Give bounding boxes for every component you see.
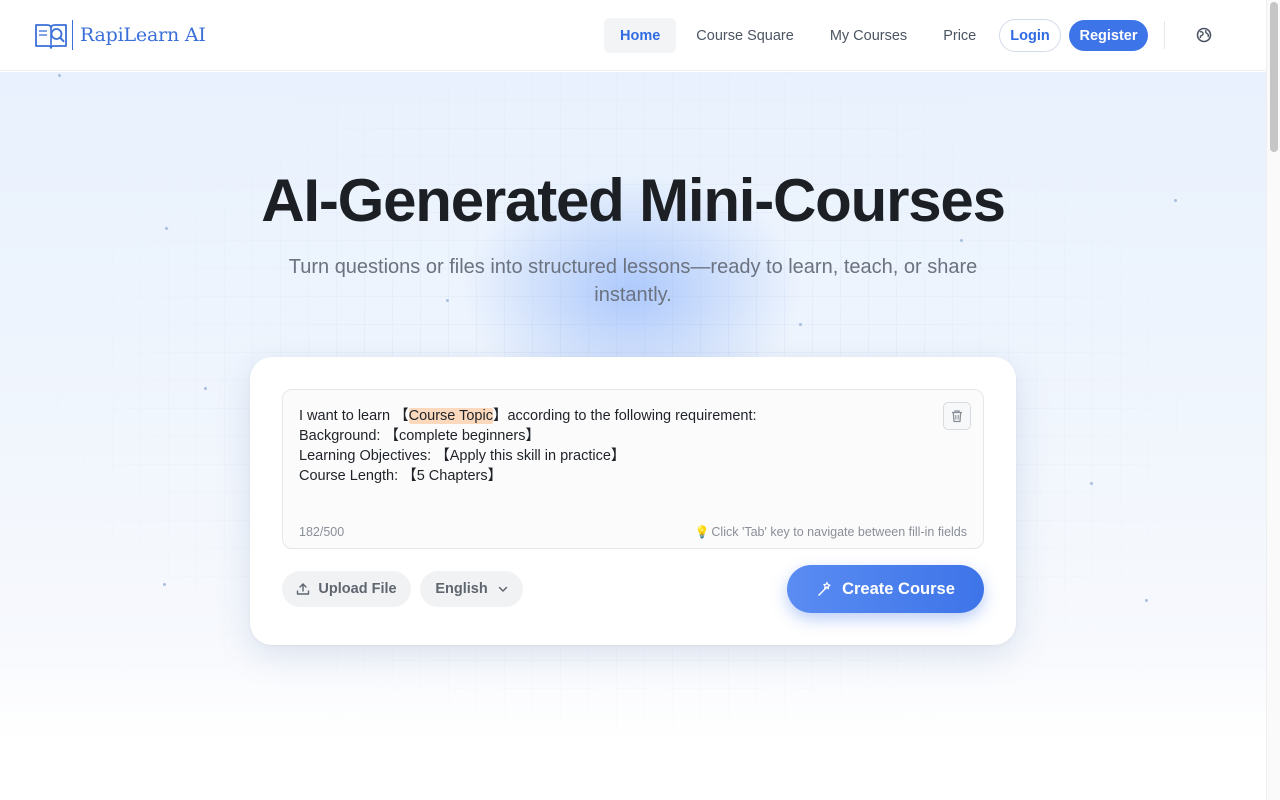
nav-price[interactable]: Price bbox=[927, 18, 992, 53]
language-select[interactable]: English bbox=[420, 571, 523, 607]
tab-hint: 💡 Click 'Tab' key to navigate between fi… bbox=[694, 525, 967, 539]
main-nav: Home Course Square My Courses Price bbox=[604, 18, 996, 53]
magic-wand-icon bbox=[818, 581, 831, 596]
logo[interactable]: RapiLearn AI bbox=[34, 19, 206, 51]
top-navbar: RapiLearn AI Home Course Square My Cours… bbox=[0, 0, 1266, 71]
prompt-textarea[interactable]: I want to learn 【Course Topic】according … bbox=[282, 389, 984, 549]
prompt-text-segment: I want to learn bbox=[299, 408, 395, 424]
header-divider bbox=[1164, 21, 1165, 49]
chevron-down-icon bbox=[498, 586, 507, 592]
fill-field-background[interactable]: complete beginners bbox=[399, 428, 526, 444]
hero-title: AI-Generated Mini-Courses bbox=[261, 167, 1006, 234]
upload-file-button[interactable]: Upload File bbox=[282, 571, 411, 607]
tab-hint-text: Click 'Tab' key to navigate between fill… bbox=[711, 525, 967, 539]
nav-course-square[interactable]: Course Square bbox=[680, 18, 810, 53]
nav-my-courses[interactable]: My Courses bbox=[814, 18, 923, 53]
nav-home[interactable]: Home bbox=[604, 18, 677, 53]
upload-file-label: Upload File bbox=[318, 581, 397, 597]
fill-field-course-topic[interactable]: Course Topic bbox=[408, 408, 493, 424]
scrollbar-thumb[interactable] bbox=[1270, 2, 1278, 152]
prompt-text-segment: Background: bbox=[299, 428, 385, 444]
page-scrollbar[interactable] bbox=[1266, 0, 1280, 800]
trash-icon bbox=[952, 410, 962, 423]
decor-dot bbox=[204, 387, 207, 390]
decor-dot bbox=[163, 583, 166, 586]
prompt-line-topic: I want to learn 【Course Topic】according … bbox=[299, 408, 757, 424]
prompt-line-objectives: Learning Objectives: 【Apply this skill i… bbox=[299, 448, 626, 464]
decor-dot bbox=[1145, 599, 1148, 602]
logo-divider bbox=[72, 20, 73, 50]
prompt-text-segment: according to the following requirement: bbox=[507, 408, 757, 424]
register-button[interactable]: Register bbox=[1069, 20, 1148, 51]
hero-subtitle-line2: instantly. bbox=[594, 284, 672, 306]
create-course-button[interactable]: Create Course bbox=[787, 565, 984, 613]
globe-icon[interactable] bbox=[1196, 27, 1212, 43]
create-course-card: I want to learn 【Course Topic】according … bbox=[250, 357, 1016, 645]
char-count: 182/500 bbox=[299, 525, 345, 539]
decor-dot bbox=[960, 239, 963, 242]
clear-prompt-button[interactable] bbox=[943, 402, 971, 430]
decor-dot bbox=[799, 323, 802, 326]
decor-dot bbox=[58, 74, 61, 77]
prompt-text: I want to learn 【Course Topic】according … bbox=[299, 406, 757, 486]
prompt-line-background: Background: 【complete beginners】 bbox=[299, 428, 541, 444]
fill-field-course-length[interactable]: 5 Chapters bbox=[417, 468, 488, 484]
login-button[interactable]: Login bbox=[999, 19, 1061, 52]
hero-subtitle-line1: Turn questions or files into structured … bbox=[288, 256, 978, 278]
decor-dot bbox=[1090, 482, 1093, 485]
prompt-line-length: Course Length: 【5 Chapters】 bbox=[299, 468, 503, 484]
lightbulb-icon: 💡 bbox=[694, 525, 710, 539]
upload-icon bbox=[297, 583, 310, 595]
create-course-label: Create Course bbox=[842, 579, 955, 598]
logo-text: RapiLearn AI bbox=[80, 24, 206, 46]
prompt-text-segment: Course Length: bbox=[299, 468, 403, 484]
book-search-icon bbox=[35, 24, 67, 49]
hero-subtitle: Turn questions or files into structured … bbox=[283, 253, 983, 309]
language-select-value: English bbox=[435, 581, 488, 597]
prompt-text-segment: Learning Objectives: bbox=[299, 448, 436, 464]
fill-field-objectives[interactable]: Apply this skill in practice bbox=[450, 448, 611, 464]
